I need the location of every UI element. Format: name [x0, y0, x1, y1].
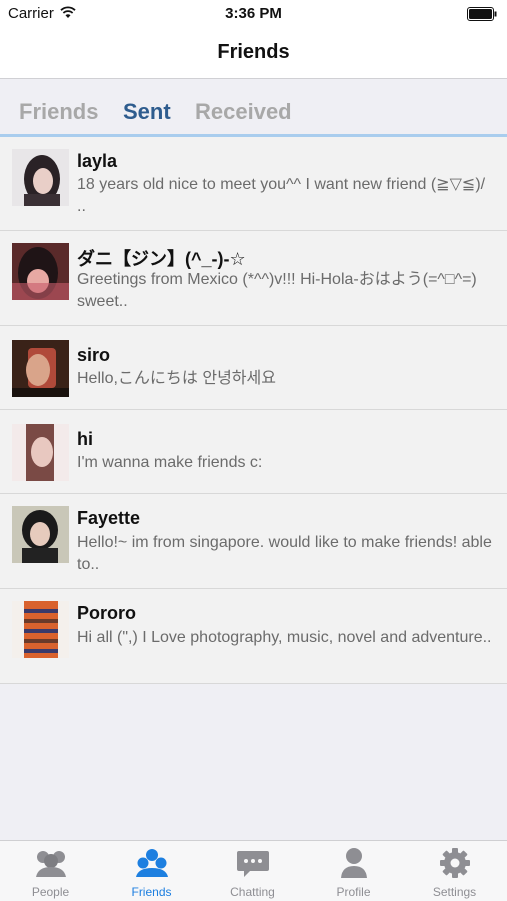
friend-list: layla 18 years old nice to meet you^^ I … [0, 137, 507, 684]
friend-name: Pororo [77, 603, 137, 623]
friend-filter-tabs: Friends Sent Received [0, 79, 507, 137]
list-item[interactable]: layla 18 years old nice to meet you^^ I … [0, 137, 507, 231]
clock: 3:36 PM [225, 5, 282, 22]
friend-name: Fayette [77, 508, 141, 528]
list-item[interactable]: hi I'm wanna make friends c: [0, 410, 507, 494]
tab-bar-item-profile[interactable]: Profile [303, 841, 404, 901]
avatar [12, 424, 69, 481]
people-icon [36, 851, 66, 877]
friend-message: Hello!~ im from singapore. would like to… [77, 534, 492, 573]
friend-name: layla [77, 151, 118, 171]
list-item[interactable]: Pororo Hi all (",) I Love photography, m… [0, 589, 507, 684]
list-item[interactable]: Fayette Hello!~ im from singapore. would… [0, 494, 507, 589]
list-item[interactable]: ダニ【ジン】(^_-)-☆ Greetings from Mexico (*^^… [0, 231, 507, 326]
avatar [12, 243, 69, 300]
friend-message: Greetings from Mexico (*^^)v!!! Hi-Hola-… [77, 271, 477, 310]
avatar [12, 149, 69, 206]
friend-name: ダニ【ジン】(^_-)-☆ [77, 249, 246, 269]
gear-icon [440, 848, 470, 878]
list-item[interactable]: siro Hello,こんにちは 안녕하세요 [0, 326, 507, 410]
tab-bar-label: People [31, 885, 70, 899]
bottom-tab-bar: People Friends Chatting Profile Settings [0, 840, 507, 901]
page-title: Friends [217, 41, 290, 63]
friend-message: 18 years old nice to meet you^^ I want n… [77, 176, 486, 215]
tab-received[interactable]: Received [195, 99, 292, 125]
friend-name: siro [77, 345, 111, 365]
battery-icon [467, 7, 497, 21]
tab-friends[interactable]: Friends [19, 99, 98, 125]
tab-bar-label: Settings [432, 885, 477, 899]
tab-bar-label: Profile [336, 885, 371, 899]
chat-bubble-icon [237, 851, 269, 877]
friend-message: Hello,こんにちは 안녕하세요 [77, 370, 276, 387]
tab-bar-item-people[interactable]: People [0, 841, 101, 901]
tab-bar-item-friends[interactable]: Friends [101, 841, 202, 901]
status-bar: Carrier 3:36 PM [0, 0, 507, 28]
friends-icon [136, 849, 168, 877]
friend-message: Hi all (",) I Love photography, music, n… [77, 629, 492, 646]
tab-bar-item-chatting[interactable]: Chatting [202, 841, 303, 901]
navigation-bar: Friends [0, 28, 507, 79]
profile-icon [341, 848, 367, 878]
tab-bar-label: Chatting [230, 885, 275, 899]
friend-message: I'm wanna make friends c: [77, 454, 263, 471]
tab-bar-item-settings[interactable]: Settings [404, 841, 505, 901]
avatar [12, 340, 69, 397]
tab-sent[interactable]: Sent [123, 99, 171, 125]
avatar [12, 506, 69, 563]
tab-bar-label: Friends [131, 885, 172, 899]
friend-name: hi [77, 429, 93, 449]
avatar [12, 601, 69, 658]
